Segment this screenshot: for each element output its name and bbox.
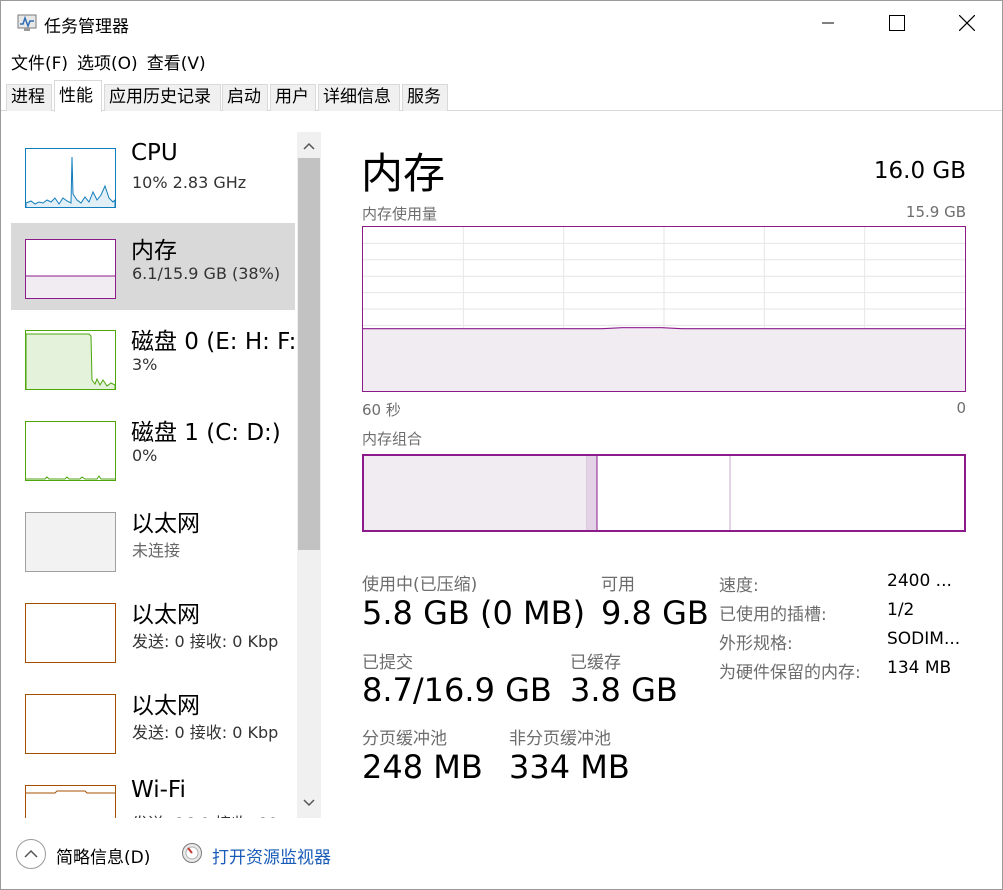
resource-detail: 3% bbox=[132, 355, 158, 374]
task-manager-window: 任务管理器 文件(F) 选项(O) 查看(V) 进程 性能 应用历史记录 启动 … bbox=[0, 0, 1003, 890]
close-button[interactable] bbox=[944, 1, 990, 45]
composition-modified bbox=[588, 456, 597, 530]
task-manager-icon bbox=[17, 14, 37, 31]
hardware-reserved-value: 134 MB bbox=[887, 658, 952, 678]
menu-options[interactable]: 选项(O) bbox=[75, 47, 143, 75]
available-label: 可用 bbox=[601, 575, 635, 595]
scroll-up-icon[interactable] bbox=[302, 139, 316, 153]
wifi-thumbnail-graph bbox=[25, 785, 116, 818]
axis-left-label: 60 秒 bbox=[362, 401, 401, 419]
resource-detail: 发送: 16.0 接收: 80 bbox=[132, 810, 278, 818]
resource-item-memory[interactable]: 内存 6.1/15.9 GB (38%) bbox=[11, 223, 295, 310]
axis-right-label: 0 bbox=[956, 399, 966, 417]
resource-name: CPU bbox=[131, 140, 178, 166]
resource-item-wifi[interactable]: Wi-Fi 发送: 16.0 接收: 80 bbox=[11, 769, 295, 818]
maximize-icon bbox=[889, 15, 905, 31]
ethernet-thumbnail-graph bbox=[25, 603, 116, 663]
ethernet-thumbnail-graph bbox=[25, 694, 116, 754]
memory-detail-panel: 内存 16.0 GB 内存使用量 15.9 GB 60 秒 0 内存组合 使用中… bbox=[331, 112, 1002, 818]
memory-total: 16.0 GB bbox=[873, 158, 966, 184]
resource-item-cpu[interactable]: CPU 10% 2.83 GHz bbox=[11, 132, 295, 219]
resource-name: 以太网 bbox=[131, 693, 200, 719]
composition-label: 内存组合 bbox=[362, 430, 423, 448]
ethernet-thumbnail-graph bbox=[25, 512, 116, 572]
tab-users[interactable]: 用户 bbox=[270, 84, 316, 111]
resource-detail: 发送: 0 接收: 0 Kbp bbox=[132, 632, 279, 651]
fewer-details-button[interactable] bbox=[16, 839, 46, 869]
resource-name: 磁盘 0 (E: H: F: bbox=[131, 329, 297, 355]
resource-name: Wi-Fi bbox=[131, 777, 186, 803]
tab-details[interactable]: 详细信息 bbox=[318, 84, 400, 111]
tab-services[interactable]: 服务 bbox=[402, 84, 448, 111]
menu-bar: 文件(F) 选项(O) 查看(V) bbox=[1, 47, 213, 75]
resource-name: 内存 bbox=[131, 238, 177, 264]
speed-label: 速度: bbox=[719, 576, 759, 596]
menu-file[interactable]: 文件(F) bbox=[1, 47, 73, 75]
memory-usage-graph bbox=[362, 226, 966, 392]
resource-item-disk-0[interactable]: 磁盘 0 (E: H: F: 3% bbox=[11, 314, 297, 401]
slots-used-value: 1/2 bbox=[887, 600, 915, 620]
resource-detail: 未连接 bbox=[132, 541, 181, 560]
available-value: 9.8 GB bbox=[601, 594, 709, 632]
resource-detail: 0% bbox=[132, 446, 158, 465]
resource-list: CPU 10% 2.83 GHz 内存 6.1/15.9 GB (38%) 磁盘… bbox=[1, 112, 323, 818]
committed-value: 8.7/16.9 GB bbox=[362, 671, 552, 709]
slots-used-label: 已使用的插槽: bbox=[719, 605, 827, 625]
footer-bar: 简略信息(D) 打开资源监视器 bbox=[1, 818, 1002, 889]
cached-label: 已缓存 bbox=[570, 653, 621, 673]
fewer-details-link[interactable]: 简略信息(D) bbox=[56, 843, 150, 868]
in-use-label: 使用中(已压缩) bbox=[362, 575, 478, 595]
usage-graph-label: 内存使用量 bbox=[362, 205, 438, 223]
memory-composition-bar bbox=[362, 454, 966, 532]
memory-usage-fill bbox=[363, 328, 965, 391]
menu-view[interactable]: 查看(V) bbox=[145, 47, 211, 75]
open-resource-monitor-link[interactable]: 打开资源监视器 bbox=[212, 843, 331, 868]
non-paged-pool-value: 334 MB bbox=[509, 748, 630, 786]
resource-monitor-icon bbox=[182, 843, 202, 863]
resource-name: 以太网 bbox=[131, 511, 200, 537]
tab-app-history[interactable]: 应用历史记录 bbox=[104, 84, 221, 111]
close-icon bbox=[959, 15, 975, 31]
tab-startup[interactable]: 启动 bbox=[222, 84, 268, 111]
hardware-reserved-label: 为硬件保留的内存: bbox=[719, 663, 861, 683]
committed-label: 已提交 bbox=[362, 653, 413, 673]
form-factor-value: SODIM... bbox=[887, 629, 961, 649]
tab-performance[interactable]: 性能 bbox=[54, 80, 102, 112]
title-bar: 任务管理器 bbox=[1, 1, 1002, 45]
tab-processes[interactable]: 进程 bbox=[6, 84, 52, 111]
paged-pool-value: 248 MB bbox=[362, 748, 483, 786]
chevron-up-icon bbox=[24, 849, 38, 858]
resource-detail: 10% 2.83 GHz bbox=[132, 173, 247, 192]
memory-thumbnail-graph bbox=[25, 239, 116, 299]
paged-pool-label: 分页缓冲池 bbox=[362, 729, 447, 749]
cached-value: 3.8 GB bbox=[570, 671, 678, 709]
resource-list-scrollbar[interactable] bbox=[297, 132, 321, 818]
non-paged-pool-label: 非分页缓冲池 bbox=[509, 729, 611, 749]
resource-item-ethernet-2[interactable]: 以太网 发送: 0 接收: 0 Kbp bbox=[11, 587, 295, 674]
form-factor-label: 外形规格: bbox=[719, 634, 793, 654]
resource-name: 以太网 bbox=[131, 602, 200, 628]
resource-detail: 6.1/15.9 GB (38%) bbox=[132, 264, 281, 283]
resource-detail: 发送: 0 接收: 0 Kbp bbox=[132, 723, 279, 742]
resource-item-ethernet-3[interactable]: 以太网 发送: 0 接收: 0 Kbp bbox=[11, 678, 295, 765]
window-title: 任务管理器 bbox=[44, 17, 129, 37]
page-title: 内存 bbox=[361, 149, 446, 198]
minimize-button[interactable] bbox=[805, 1, 851, 45]
disk-1-thumbnail-graph bbox=[25, 421, 116, 481]
minimize-icon bbox=[822, 22, 834, 24]
resource-item-ethernet-disconnected[interactable]: 以太网 未连接 bbox=[11, 496, 295, 583]
in-use-value: 5.8 GB (0 MB) bbox=[362, 594, 586, 632]
scroll-down-icon[interactable] bbox=[302, 796, 316, 810]
scroll-thumb[interactable] bbox=[298, 158, 320, 550]
disk-0-thumbnail-graph bbox=[25, 330, 116, 390]
tab-strip: 进程 性能 应用历史记录 启动 用户 详细信息 服务 bbox=[1, 80, 1002, 112]
usage-graph-max: 15.9 GB bbox=[905, 203, 966, 221]
resource-name: 磁盘 1 (C: D:) bbox=[131, 420, 281, 446]
resource-item-disk-1[interactable]: 磁盘 1 (C: D:) 0% bbox=[11, 405, 295, 492]
speed-value: 2400 ... bbox=[887, 571, 952, 591]
composition-in-use bbox=[364, 456, 587, 530]
cpu-thumbnail-graph bbox=[25, 148, 116, 208]
maximize-button[interactable] bbox=[874, 1, 920, 45]
